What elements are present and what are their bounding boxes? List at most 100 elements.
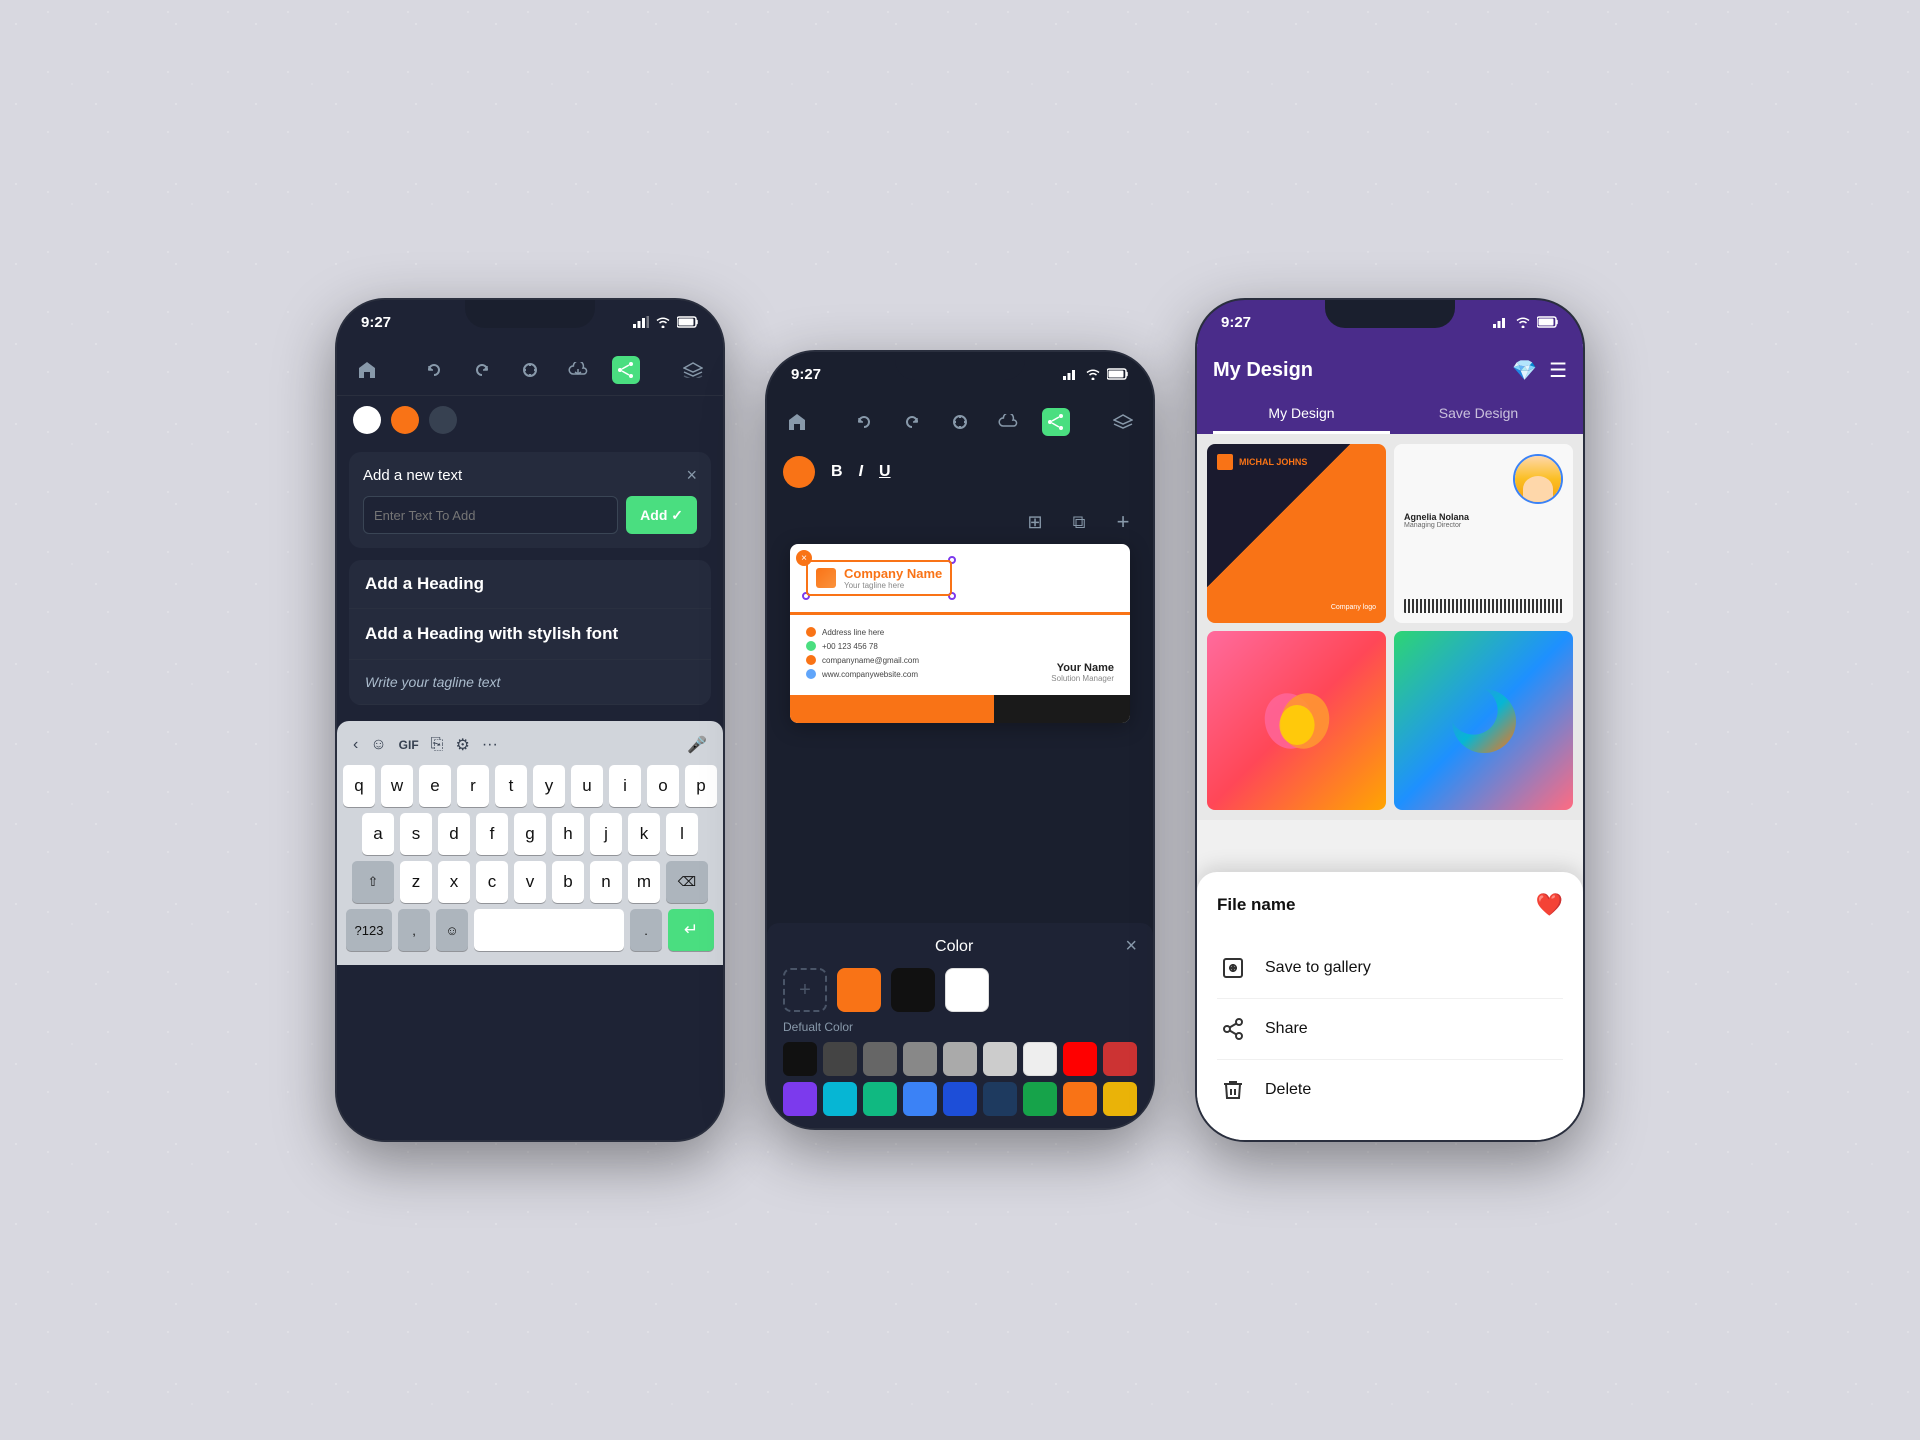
- design-card-1[interactable]: MICHAL JOHNS Company logo: [1207, 444, 1386, 623]
- share-icon[interactable]: [612, 356, 640, 384]
- color-darkred[interactable]: [1103, 1042, 1137, 1076]
- key-n[interactable]: n: [590, 861, 622, 903]
- gif-key[interactable]: GIF: [399, 738, 419, 752]
- color-nearwhite[interactable]: [1023, 1042, 1057, 1076]
- key-u[interactable]: u: [571, 765, 603, 807]
- design-card-4[interactable]: [1394, 631, 1573, 810]
- key-z[interactable]: z: [400, 861, 432, 903]
- key-b[interactable]: b: [552, 861, 584, 903]
- refresh-icon-2[interactable]: [946, 408, 974, 436]
- key-k[interactable]: k: [628, 813, 660, 855]
- color-black[interactable]: [783, 1042, 817, 1076]
- color-gray[interactable]: [903, 1042, 937, 1076]
- color-yellow[interactable]: [1103, 1082, 1137, 1116]
- key-f[interactable]: f: [476, 813, 508, 855]
- key-c[interactable]: c: [476, 861, 508, 903]
- back-key[interactable]: ‹: [353, 736, 358, 754]
- design-card-3[interactable]: [1207, 631, 1386, 810]
- design-card-2[interactable]: Agnelia Nolana Managing Director: [1394, 444, 1573, 623]
- add-icon[interactable]: +: [1109, 508, 1137, 536]
- key-j[interactable]: j: [590, 813, 622, 855]
- key-t[interactable]: t: [495, 765, 527, 807]
- color-panel-close[interactable]: ×: [1125, 935, 1137, 958]
- italic-btn[interactable]: I: [859, 463, 863, 481]
- num-key[interactable]: ?123: [346, 909, 392, 951]
- key-l[interactable]: l: [666, 813, 698, 855]
- close-button[interactable]: ×: [686, 466, 697, 484]
- emoji-face-key[interactable]: ☺: [436, 909, 468, 951]
- key-y[interactable]: y: [533, 765, 565, 807]
- cloud-icon[interactable]: [564, 356, 592, 384]
- layers-icon[interactable]: [679, 356, 707, 384]
- premium-icon[interactable]: 💎: [1512, 358, 1537, 383]
- comma-key[interactable]: ,: [398, 909, 430, 951]
- color-lightgray2[interactable]: [983, 1042, 1017, 1076]
- key-p[interactable]: p: [685, 765, 717, 807]
- grid-icon[interactable]: ⊞: [1021, 508, 1049, 536]
- tab-my-design[interactable]: My Design: [1213, 395, 1390, 434]
- copy-icon[interactable]: ⧉: [1065, 508, 1093, 536]
- favorite-icon[interactable]: ❤️: [1536, 892, 1563, 918]
- home-icon[interactable]: [353, 356, 381, 384]
- color-darkgray2[interactable]: [863, 1042, 897, 1076]
- orange-dot[interactable]: [391, 406, 419, 434]
- color-darkblue[interactable]: [983, 1082, 1017, 1116]
- key-i[interactable]: i: [609, 765, 641, 807]
- color-orange[interactable]: [1063, 1082, 1097, 1116]
- redo-icon-2[interactable]: [898, 408, 926, 436]
- settings-key[interactable]: ⚙: [455, 735, 469, 755]
- business-card[interactable]: × Company Name Your tagline here: [790, 544, 1130, 723]
- key-x[interactable]: x: [438, 861, 470, 903]
- color-purple[interactable]: [783, 1082, 817, 1116]
- refresh-icon[interactable]: [516, 356, 544, 384]
- white-swatch[interactable]: [945, 968, 989, 1012]
- dark-dot[interactable]: [429, 406, 457, 434]
- orange-swatch[interactable]: [837, 968, 881, 1012]
- key-d[interactable]: d: [438, 813, 470, 855]
- color-dot-phone2[interactable]: [783, 456, 815, 488]
- share-item[interactable]: Share: [1217, 999, 1563, 1060]
- period-key[interactable]: .: [630, 909, 662, 951]
- white-dot[interactable]: [353, 406, 381, 434]
- color-lightgray1[interactable]: [943, 1042, 977, 1076]
- shift-key[interactable]: ⇧: [352, 861, 394, 903]
- enter-key[interactable]: ↵: [668, 909, 714, 951]
- color-teal[interactable]: [863, 1082, 897, 1116]
- save-to-gallery-item[interactable]: Save to gallery: [1217, 938, 1563, 999]
- key-r[interactable]: r: [457, 765, 489, 807]
- key-e[interactable]: e: [419, 765, 451, 807]
- space-key[interactable]: [474, 909, 624, 951]
- color-red[interactable]: [1063, 1042, 1097, 1076]
- key-o[interactable]: o: [647, 765, 679, 807]
- bold-btn[interactable]: B: [831, 463, 843, 481]
- undo-icon-2[interactable]: [850, 408, 878, 436]
- key-w[interactable]: w: [381, 765, 413, 807]
- layers-icon-2[interactable]: [1109, 408, 1137, 436]
- color-blue2[interactable]: [943, 1082, 977, 1116]
- key-q[interactable]: q: [343, 765, 375, 807]
- color-blue1[interactable]: [903, 1082, 937, 1116]
- tagline-option[interactable]: Write your tagline text: [349, 660, 711, 705]
- hamburger-icon[interactable]: ☰: [1549, 358, 1567, 383]
- more-key[interactable]: ···: [482, 736, 498, 754]
- delete-item[interactable]: Delete: [1217, 1060, 1563, 1120]
- key-h[interactable]: h: [552, 813, 584, 855]
- emoji-key[interactable]: ☺: [370, 736, 386, 754]
- add-button[interactable]: Add ✓: [626, 496, 697, 534]
- text-input-field[interactable]: [363, 496, 618, 534]
- mic-key[interactable]: 🎤: [687, 735, 707, 755]
- key-s[interactable]: s: [400, 813, 432, 855]
- backspace-key[interactable]: ⌫: [666, 861, 708, 903]
- color-green[interactable]: [1023, 1082, 1057, 1116]
- undo-icon[interactable]: [420, 356, 448, 384]
- key-v[interactable]: v: [514, 861, 546, 903]
- stylish-heading-option[interactable]: Add a Heading with stylish font: [349, 609, 711, 660]
- key-m[interactable]: m: [628, 861, 660, 903]
- color-darkgray1[interactable]: [823, 1042, 857, 1076]
- color-cyan[interactable]: [823, 1082, 857, 1116]
- key-a[interactable]: a: [362, 813, 394, 855]
- home-icon-2[interactable]: [783, 408, 811, 436]
- redo-icon[interactable]: [468, 356, 496, 384]
- clipboard-key[interactable]: ⎘: [431, 736, 444, 754]
- underline-btn[interactable]: U: [879, 463, 891, 481]
